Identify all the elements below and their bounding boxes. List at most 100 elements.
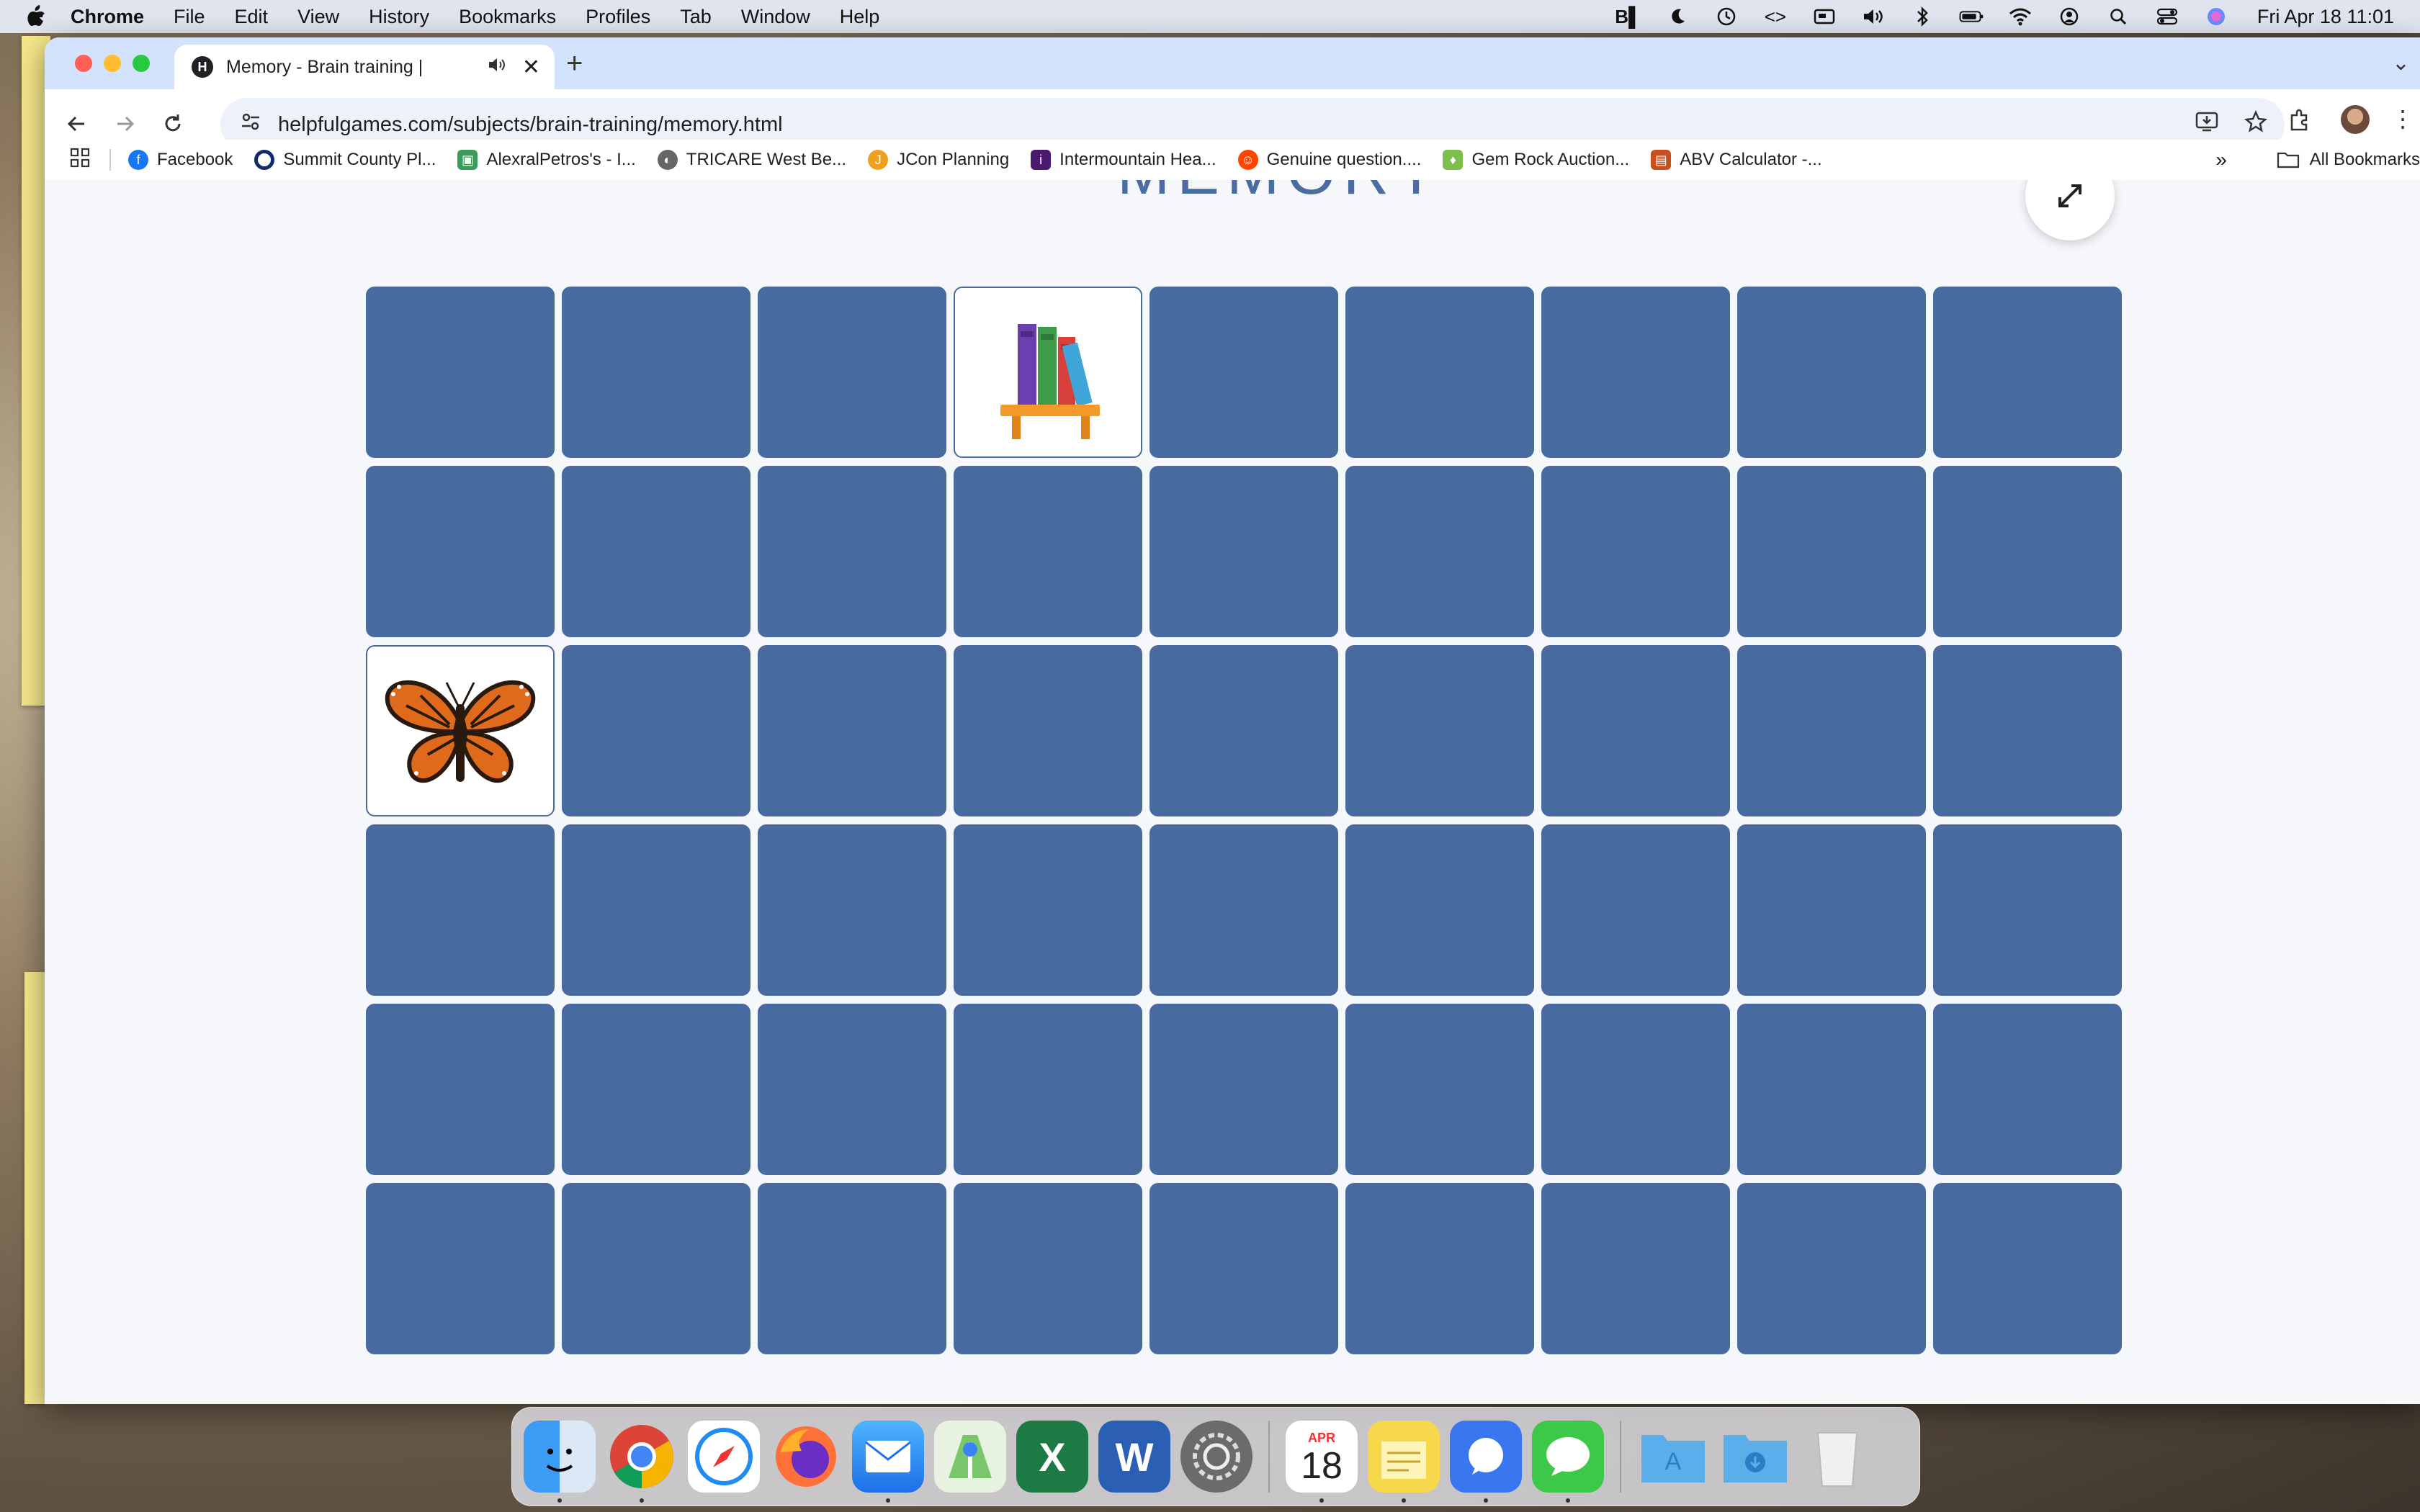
memory-card-face-down[interactable]	[1933, 1183, 2122, 1354]
extensions-icon[interactable]	[2287, 108, 2312, 136]
chrome-menu-icon[interactable]: ⋮	[2391, 105, 2414, 132]
excel-icon[interactable]: X	[1016, 1421, 1088, 1493]
code-icon[interactable]: <>	[1763, 6, 1788, 27]
time-machine-icon[interactable]	[1714, 6, 1739, 27]
memory-card-face-down[interactable]	[562, 287, 750, 458]
wifi-icon[interactable]	[2008, 6, 2033, 27]
fullscreen-button[interactable]	[2025, 180, 2115, 240]
apps-grid-icon[interactable]	[69, 147, 91, 174]
bi-icon[interactable]: B▌	[1615, 6, 1641, 27]
memory-card-face-down[interactable]	[758, 1004, 946, 1175]
memory-card-face-up[interactable]	[954, 287, 1142, 458]
more-bookmarks-icon[interactable]: »	[2215, 148, 2227, 171]
maps-icon[interactable]	[934, 1421, 1006, 1493]
minimize-window-button[interactable]	[104, 55, 121, 72]
downloads-folder-icon[interactable]	[1719, 1421, 1791, 1493]
apple-icon[interactable]	[23, 4, 49, 29]
memory-card-face-down[interactable]	[758, 645, 946, 816]
bookmark-summit-county[interactable]: Summit County Pl...	[254, 150, 436, 170]
memory-card-face-down[interactable]	[1737, 287, 1926, 458]
memory-card-face-down[interactable]	[366, 287, 555, 458]
menu-window[interactable]: Window	[741, 6, 810, 28]
clock[interactable]: Fri Apr 18 11:01	[2257, 6, 2394, 28]
memory-card-face-down[interactable]	[1345, 466, 1534, 637]
memory-card-face-down[interactable]	[1345, 824, 1534, 996]
memory-card-face-down[interactable]	[758, 466, 946, 637]
memory-card-face-down[interactable]	[562, 1004, 750, 1175]
memory-card-face-down[interactable]	[954, 1004, 1142, 1175]
signal-icon[interactable]	[1450, 1421, 1522, 1503]
word-icon[interactable]: W	[1098, 1421, 1170, 1493]
memory-card-face-down[interactable]	[954, 1183, 1142, 1354]
new-tab-button[interactable]: +	[566, 48, 583, 80]
memory-card-face-down[interactable]	[562, 645, 750, 816]
menu-bookmarks[interactable]: Bookmarks	[459, 6, 556, 28]
memory-card-face-down[interactable]	[366, 466, 555, 637]
bookmark-star-icon[interactable]	[2244, 109, 2267, 139]
forward-button[interactable]	[109, 108, 141, 140]
memory-card-face-down[interactable]	[1737, 824, 1926, 996]
tab-memory[interactable]: H Memory - Brain training | ✕	[174, 45, 555, 89]
memory-card-face-down[interactable]	[562, 1183, 750, 1354]
memory-card-face-down[interactable]	[1737, 645, 1926, 816]
memory-card-face-down[interactable]	[1933, 1004, 2122, 1175]
memory-card-face-down[interactable]	[562, 466, 750, 637]
bookmark-gem-rock[interactable]: ♦ Gem Rock Auction...	[1443, 150, 1629, 170]
display-icon[interactable]	[1812, 6, 1837, 27]
bookmark-jcon-planning[interactable]: J JCon Planning	[868, 150, 1009, 170]
applications-folder-icon[interactable]: A	[1637, 1421, 1709, 1493]
mail-icon[interactable]	[852, 1421, 924, 1503]
moon-icon[interactable]	[1665, 6, 1690, 27]
memory-card-face-down[interactable]	[366, 1183, 555, 1354]
site-info-icon[interactable]	[241, 112, 261, 138]
memory-card-face-down[interactable]	[366, 824, 555, 996]
all-bookmarks-button[interactable]: All Bookmarks	[2277, 140, 2420, 180]
memory-card-face-down[interactable]	[1933, 287, 2122, 458]
search-icon[interactable]	[2106, 6, 2130, 27]
memory-card-face-down[interactable]	[758, 1183, 946, 1354]
volume-icon[interactable]	[1861, 6, 1886, 27]
memory-card-face-down[interactable]	[1933, 466, 2122, 637]
memory-card-face-down[interactable]	[758, 824, 946, 996]
memory-card-face-down[interactable]	[1737, 466, 1926, 637]
memory-card-face-down[interactable]	[1737, 1183, 1926, 1354]
tab-search-icon[interactable]: ⌄	[2392, 50, 2410, 76]
bookmark-intermountain[interactable]: i Intermountain Hea...	[1031, 150, 1216, 170]
memory-card-face-down[interactable]	[1345, 645, 1534, 816]
memory-card-face-down[interactable]	[1541, 466, 1730, 637]
memory-card-face-down[interactable]	[1150, 1183, 1338, 1354]
menu-history[interactable]: History	[369, 6, 429, 28]
memory-card-face-down[interactable]	[1150, 1004, 1338, 1175]
battery-icon[interactable]	[1959, 6, 1984, 27]
bookmark-tricare[interactable]: ◐ TRICARE West Be...	[657, 150, 846, 170]
menu-view[interactable]: View	[297, 6, 339, 28]
memory-card-face-down[interactable]	[1150, 645, 1338, 816]
memory-card-face-down[interactable]	[1737, 1004, 1926, 1175]
zoom-window-button[interactable]	[133, 55, 150, 72]
memory-card-face-down[interactable]	[562, 824, 750, 996]
bookmark-alexralpetros[interactable]: ▣ AlexralPetros's - I...	[457, 150, 636, 170]
install-app-icon[interactable]	[2195, 111, 2218, 138]
memory-card-face-down[interactable]	[1933, 824, 2122, 996]
menu-tab[interactable]: Tab	[680, 6, 712, 28]
memory-card-face-down[interactable]	[1933, 645, 2122, 816]
memory-card-face-down[interactable]	[366, 1004, 555, 1175]
memory-card-face-down[interactable]	[1150, 466, 1338, 637]
firefox-icon[interactable]	[770, 1421, 842, 1493]
memory-card-face-down[interactable]	[1541, 1004, 1730, 1175]
menu-file[interactable]: File	[174, 6, 205, 28]
system-settings-icon[interactable]	[1180, 1421, 1252, 1493]
memory-card-face-down[interactable]	[1541, 645, 1730, 816]
menu-chrome[interactable]: Chrome	[71, 6, 144, 28]
messages-icon[interactable]	[1532, 1421, 1604, 1503]
menu-edit[interactable]: Edit	[235, 6, 269, 28]
memory-card-face-down[interactable]	[1345, 1004, 1534, 1175]
memory-card-face-down[interactable]	[1345, 287, 1534, 458]
memory-card-face-down[interactable]	[758, 287, 946, 458]
back-button[interactable]	[60, 108, 92, 140]
memory-card-face-down[interactable]	[1150, 824, 1338, 996]
calendar-icon[interactable]: APR 18	[1286, 1421, 1358, 1503]
close-tab-icon[interactable]: ✕	[522, 55, 540, 80]
close-window-button[interactable]	[75, 55, 92, 72]
memory-card-face-down[interactable]	[954, 466, 1142, 637]
